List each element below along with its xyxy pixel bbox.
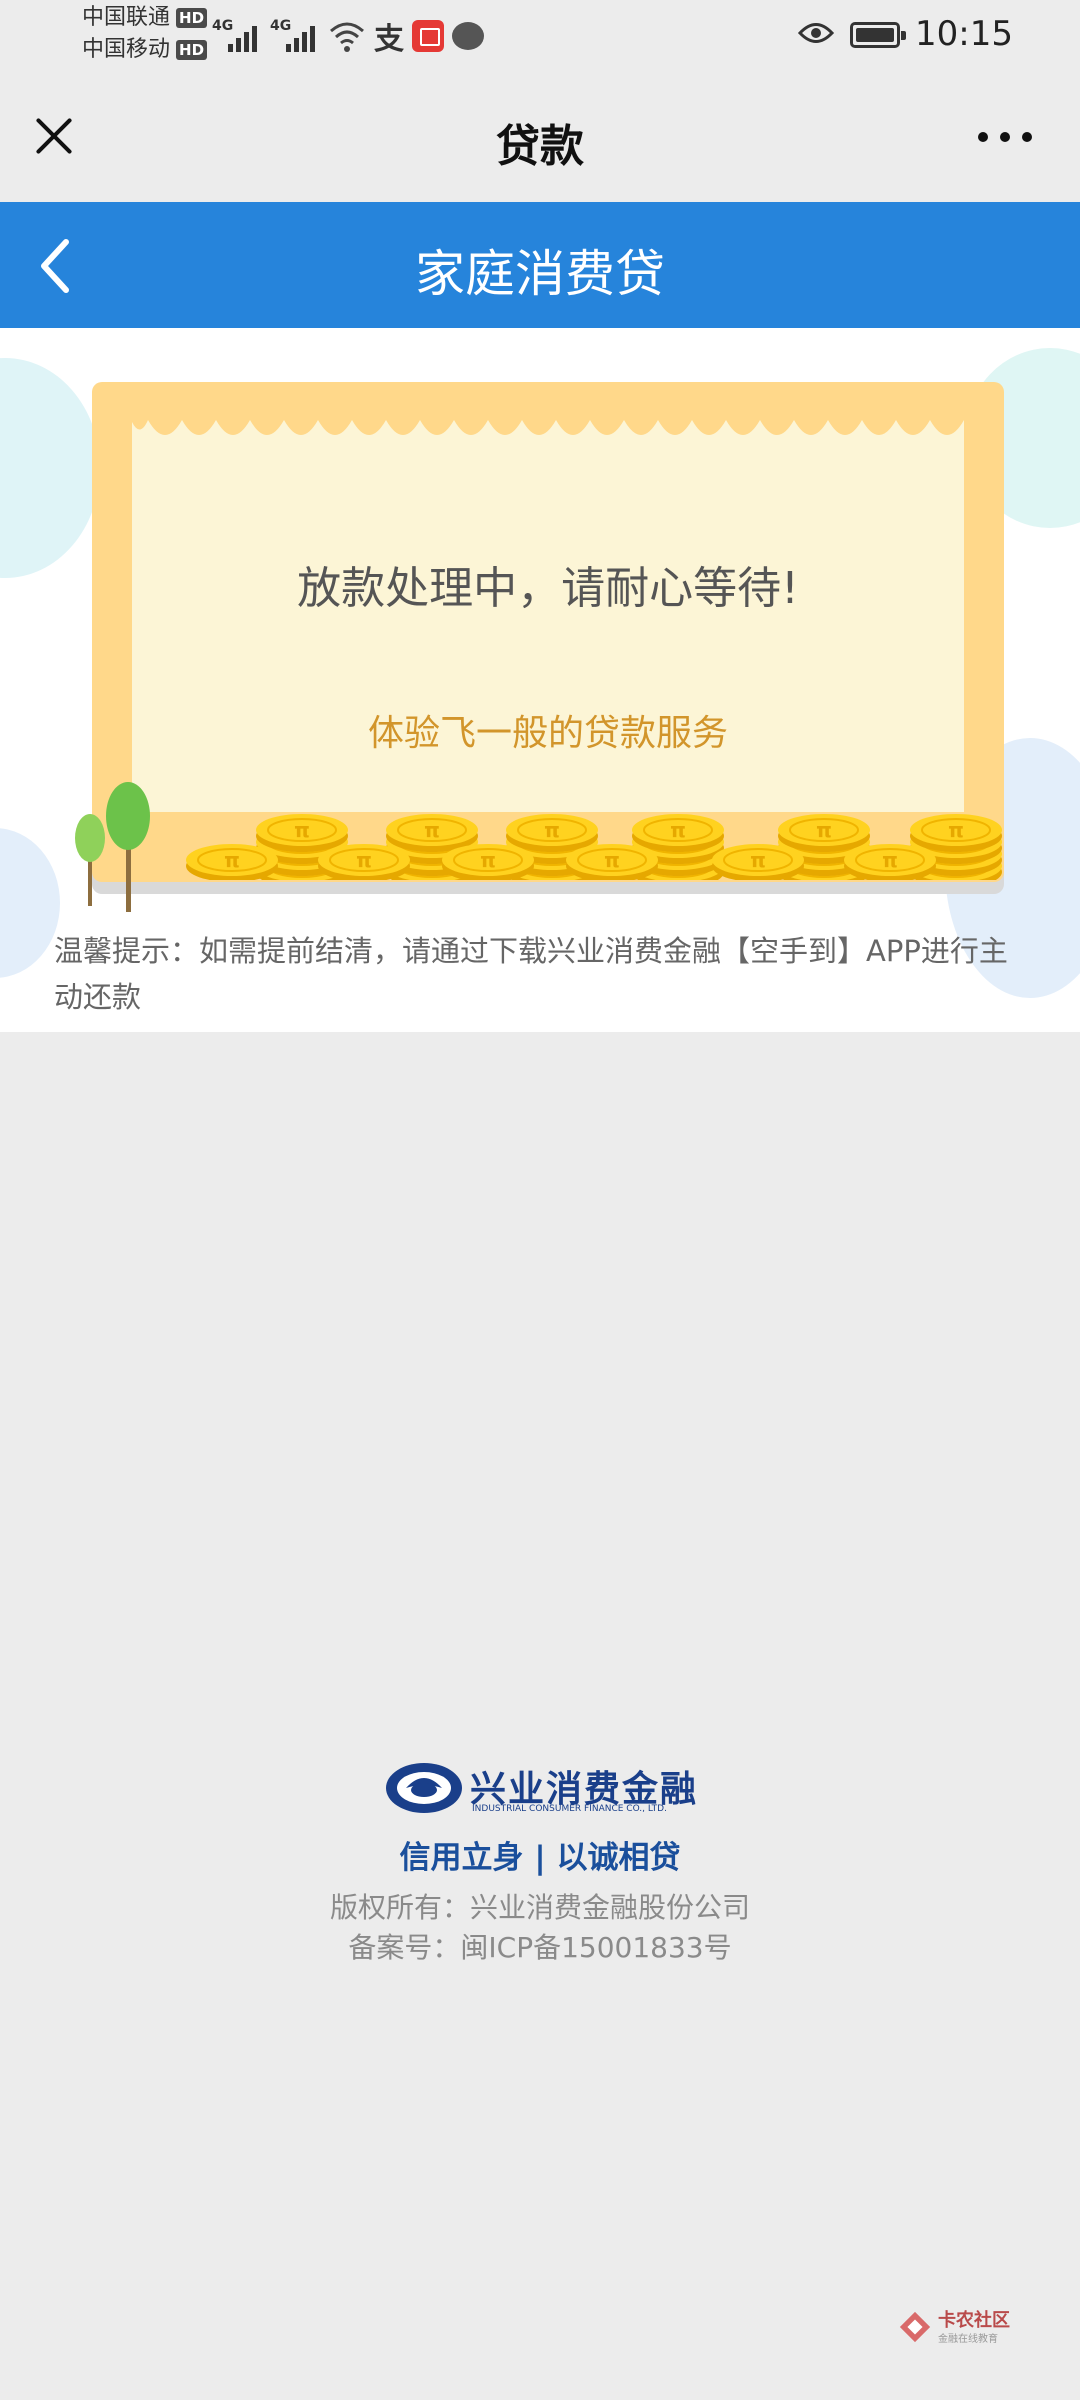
reminder-tip: 温馨提示：如需提前结清，请通过下载兴业消费金融【空手到】APP进行主动还款 <box>54 934 1008 1014</box>
header-bar: 家庭消费贷 <box>0 202 1080 328</box>
carrier-1: 中国联通 HD <box>82 6 208 30</box>
eye-icon <box>798 23 834 43</box>
battery-icon <box>850 22 906 48</box>
scallop-border <box>132 412 964 435</box>
page-title: 贷款 <box>496 121 584 172</box>
status-subtext: 体验飞一般的贷款服务 <box>367 713 728 754</box>
status-bar: 中国联通 HD 中国移动 HD 4G 4G 支 10:15 <box>0 0 1080 72</box>
logo-mark-icon <box>386 1763 462 1813</box>
icp-record: 备案号：闽ICP备15001833号 <box>348 1931 732 1964</box>
status-message: 放款处理中，请耐心等待! <box>297 563 799 614</box>
header-title: 家庭消费贷 <box>415 245 665 303</box>
watermark: 卡农社区 金融在线教育 <box>898 2306 1028 2350</box>
top-nav: 贷款 <box>0 72 1080 202</box>
watermark-text: 卡农社区 <box>938 2310 1010 2331</box>
signal-icon: 4G <box>212 18 262 54</box>
carrier-2: 中国移动 HD <box>82 38 208 62</box>
decor-blob <box>0 358 100 578</box>
content-area: 放款处理中，请耐心等待! 体验飞一般的贷款服务 π <box>0 328 1080 1032</box>
watermark-subtext: 金融在线教育 <box>938 2334 998 2345</box>
watermark-logo-icon <box>899 2311 931 2343</box>
slogan: 信用立身 | 以诚相贷 <box>399 1840 681 1876</box>
status-card-panel: 放款处理中，请耐心等待! 体验飞一般的贷款服务 <box>132 412 964 812</box>
company-logo: 兴业消费金融 INDUSTRIAL CONSUMER FINANCE CO., … <box>384 1760 704 1820</box>
decor-blob <box>0 828 60 978</box>
copyright-text: 版权所有：兴业消费金融股份公司 <box>329 1891 750 1924</box>
status-card: 放款处理中，请耐心等待! 体验飞一般的贷款服务 π <box>75 382 1004 912</box>
alipay-icon: 支 <box>374 22 404 57</box>
coin-stacks-illustration: π <box>185 813 1003 880</box>
signal-icon: 4G <box>270 18 320 54</box>
book-app-icon <box>412 20 444 52</box>
chat-icon <box>452 22 484 50</box>
tree-illustration <box>75 782 150 912</box>
wifi-icon <box>330 22 364 52</box>
logo-subtext: INDUSTRIAL CONSUMER FINANCE CO., LTD. <box>472 1804 667 1814</box>
clock: 10:15 <box>915 14 1013 54</box>
more-icon[interactable] <box>978 130 1032 144</box>
